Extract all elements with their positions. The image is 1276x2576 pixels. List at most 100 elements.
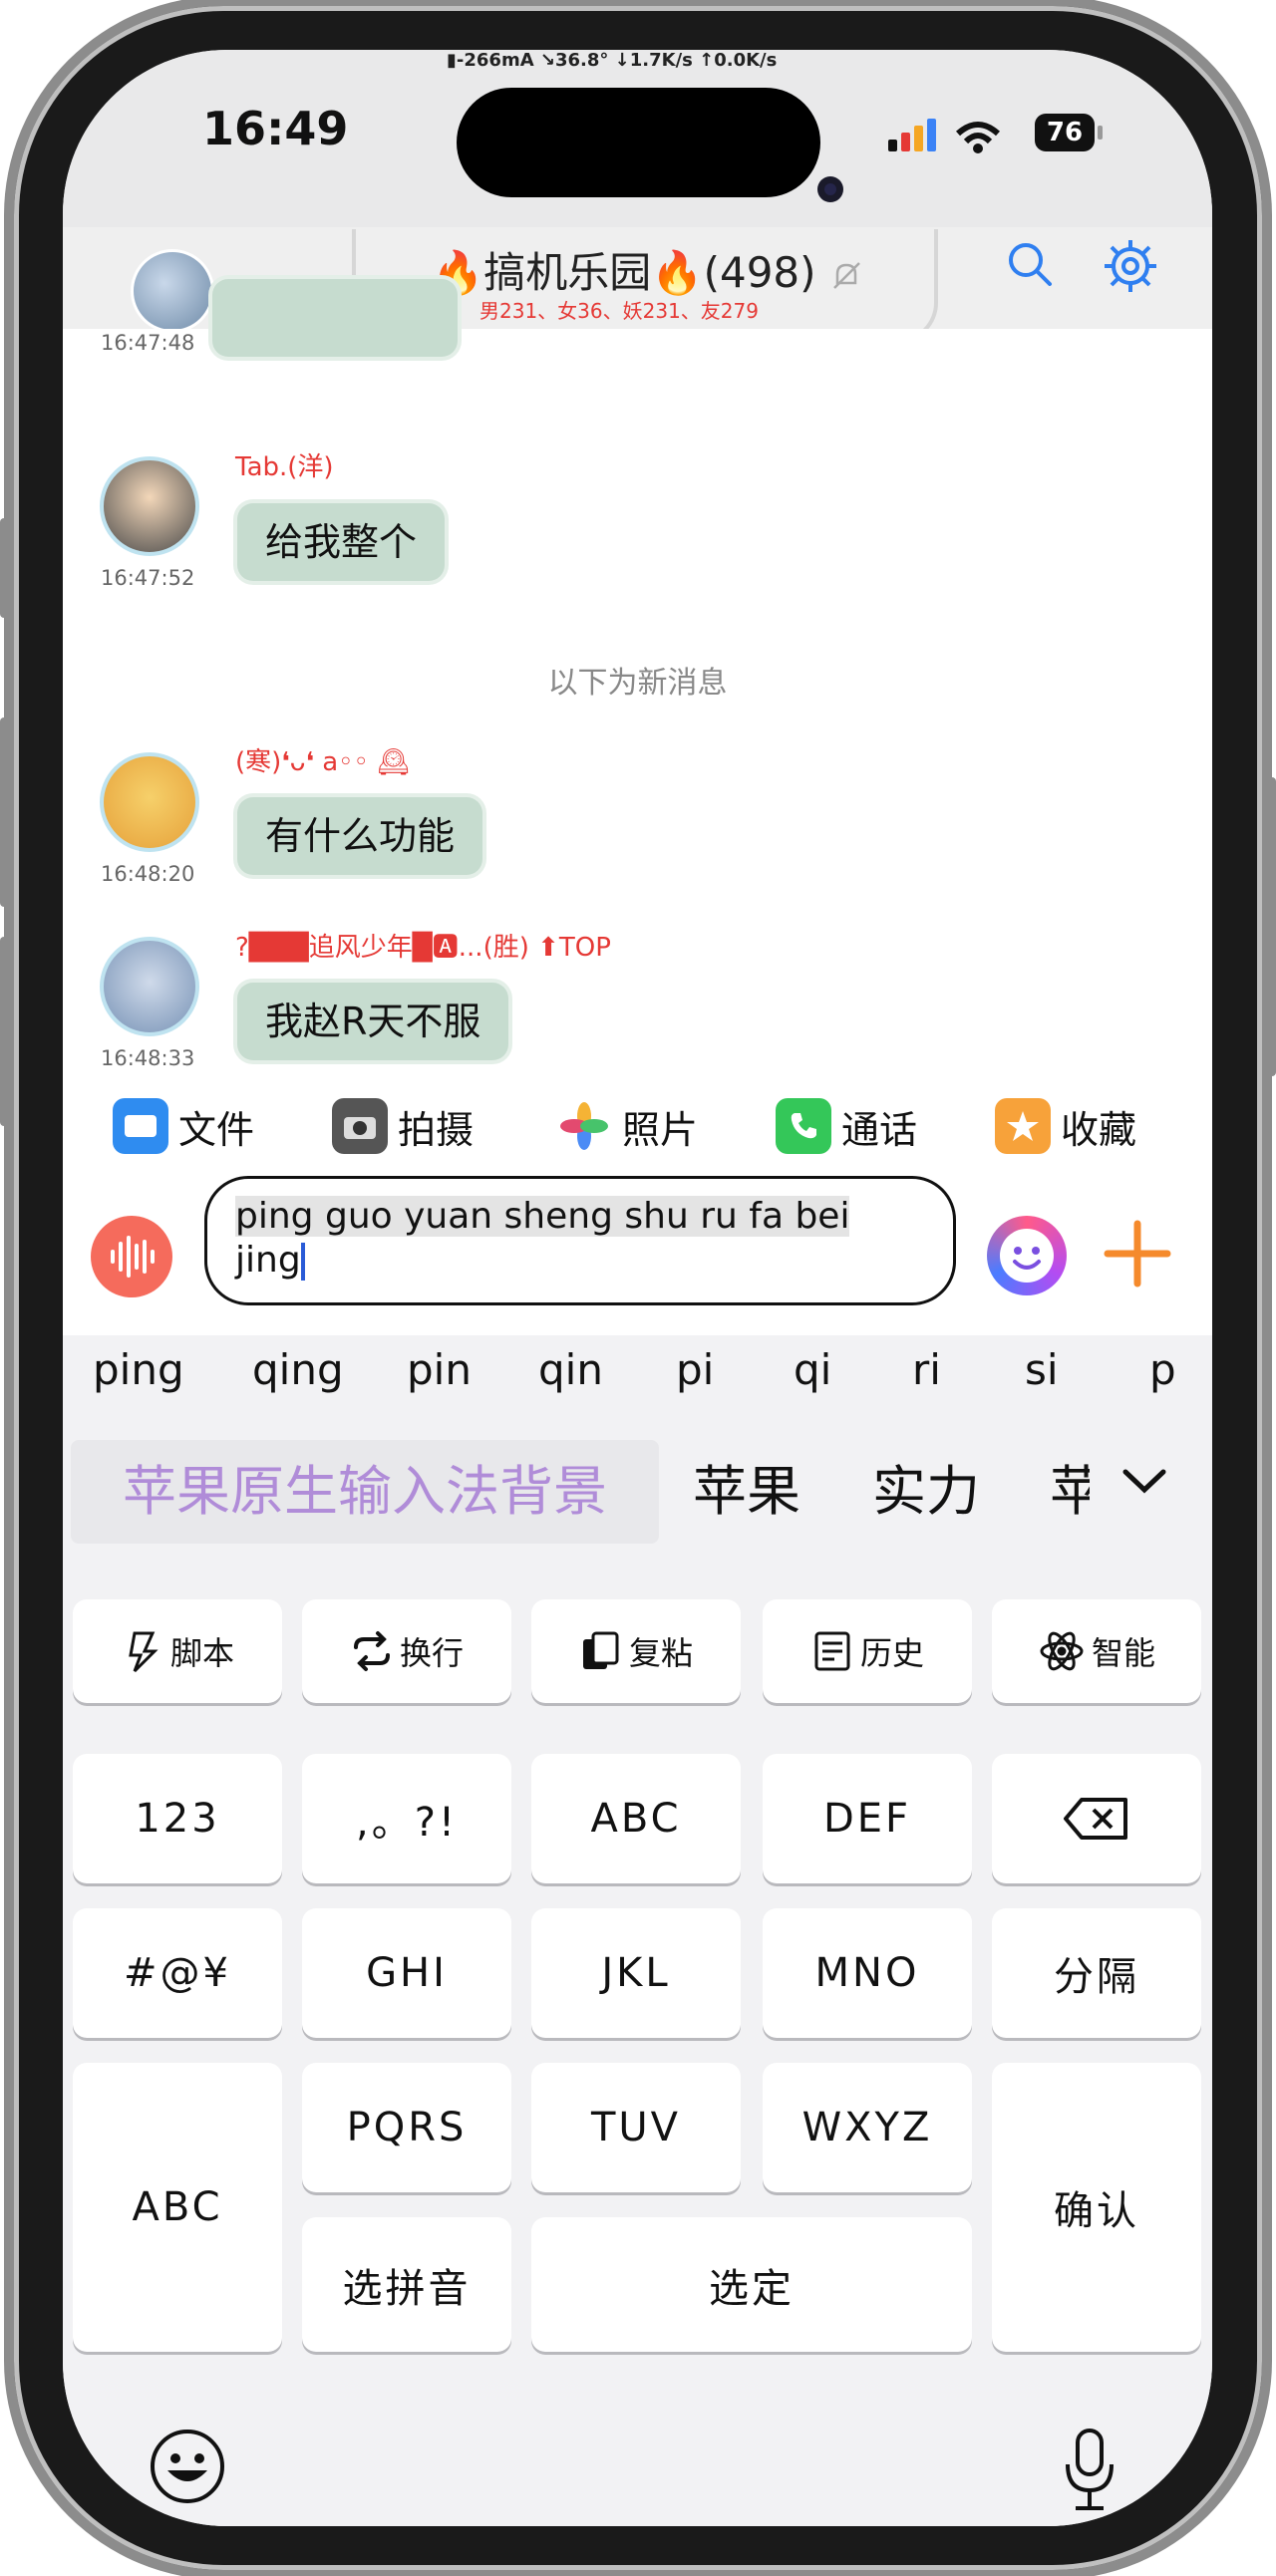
candidate[interactable]: si xyxy=(1025,1345,1059,1394)
avatar[interactable] xyxy=(100,456,199,556)
message-bubble[interactable]: 给我整个 xyxy=(237,503,446,581)
candidate[interactable]: qi xyxy=(794,1345,831,1394)
key-def[interactable]: DEF xyxy=(763,1754,972,1883)
candidate[interactable]: pin xyxy=(407,1345,472,1394)
smart-key[interactable]: 智能 xyxy=(992,1599,1201,1703)
status-time: 16:49 xyxy=(202,102,349,155)
phrase-candidate[interactable]: 苹果 xyxy=(693,1440,800,1544)
keyboard: ping qing pin qin pi qi ri si p 苹果原生输入法背… xyxy=(63,1335,1212,2526)
power-button xyxy=(1268,777,1276,1076)
select-pinyin-key[interactable]: 选拼音 xyxy=(302,2217,511,2352)
group-title[interactable]: 🔥搞机乐园🔥(498) xyxy=(432,239,863,300)
history-label: 历史 xyxy=(859,1634,924,1672)
text-caret xyxy=(300,1243,305,1281)
camera-label: 拍摄 xyxy=(398,1107,475,1152)
sender-name[interactable]: ?███追风少年█🅰...(胜) ⬆TOP xyxy=(235,927,611,964)
smart-label: 智能 xyxy=(1091,1634,1155,1672)
chevron-down-icon[interactable] xyxy=(1119,1464,1169,1500)
group-title-text: 🔥搞机乐园🔥(498) xyxy=(432,248,816,297)
silent-switch xyxy=(0,518,8,618)
chat-area[interactable]: 16:47:48 16:47:52 Tab.(洋) 给我整个 以下为新消息 16… xyxy=(63,279,1212,1076)
message-bubble-partial[interactable] xyxy=(212,279,458,357)
script-label: 脚本 xyxy=(169,1634,234,1672)
atom-icon xyxy=(1040,1631,1084,1671)
key-abc[interactable]: ABC xyxy=(531,1754,741,1883)
candidate[interactable]: ri xyxy=(912,1345,941,1394)
candidate[interactable]: ping xyxy=(93,1345,184,1394)
marked-text-tail: jing xyxy=(235,1240,301,1281)
microphone-icon[interactable] xyxy=(1060,2427,1119,2516)
key-mno[interactable]: MNO xyxy=(763,1908,972,2038)
volume-down-button xyxy=(0,937,8,1126)
voice-input-button[interactable] xyxy=(91,1216,172,1297)
photos-button[interactable]: 照片 xyxy=(556,1096,698,1156)
select-key[interactable]: 选定 xyxy=(531,2217,972,2352)
header-avatar[interactable] xyxy=(131,249,214,333)
emoji-keyboard-icon[interactable] xyxy=(148,2427,227,2506)
favorites-label: 收藏 xyxy=(1061,1107,1137,1152)
phone-icon xyxy=(776,1098,831,1154)
smiley-icon xyxy=(1000,1229,1054,1283)
camera-icon xyxy=(817,176,843,202)
avatar[interactable] xyxy=(100,752,199,852)
key-123[interactable]: 123 xyxy=(73,1754,282,1883)
backspace-icon xyxy=(1064,1798,1127,1840)
search-icon[interactable] xyxy=(1005,239,1055,289)
avatar[interactable] xyxy=(100,937,199,1036)
newline-key[interactable]: 换行 xyxy=(302,1599,511,1703)
file-label: 文件 xyxy=(178,1107,255,1152)
candidate[interactable]: qing xyxy=(252,1345,344,1394)
member-stats: 男231、女36、妖231、友279 xyxy=(479,299,759,323)
key-pqrs[interactable]: PQRS xyxy=(302,2063,511,2192)
gear-icon[interactable] xyxy=(1100,235,1161,297)
confirm-key[interactable]: 确认 xyxy=(992,2063,1201,2352)
message-bubble[interactable]: 我赵R天不服 xyxy=(237,983,509,1060)
key-symbols[interactable]: #@¥ xyxy=(73,1908,282,2038)
key-wxyz[interactable]: WXYZ xyxy=(763,2063,972,2192)
key-ghi[interactable]: GHI xyxy=(302,1908,511,2038)
message-input[interactable]: ping guo yuan sheng shu ru fa bei jing xyxy=(204,1176,956,1305)
top-phrase-candidate[interactable]: 苹果原生输入法背景 xyxy=(71,1440,659,1544)
message-time: 16:48:33 xyxy=(101,1046,195,1070)
network-info: ▮-266mA ↘36.8° ↓1.7K/s ↑0.0K/s xyxy=(447,50,778,71)
marked-text: ping guo yuan sheng shu ru fa bei xyxy=(235,1196,850,1237)
script-key[interactable]: 脚本 xyxy=(73,1599,282,1703)
phrase-candidate[interactable]: 实力 xyxy=(872,1440,980,1544)
copy-paste-key[interactable]: 复粘 xyxy=(531,1599,741,1703)
chat-toolbar: 文件 拍摄 照片 通话 收藏 xyxy=(63,1076,1212,1186)
phrase-candidate[interactable]: 苹 xyxy=(1050,1440,1090,1544)
dynamic-island xyxy=(457,88,820,197)
key-jkl[interactable]: JKL xyxy=(531,1908,741,2038)
message-time: 16:47:48 xyxy=(101,331,195,355)
key-tuv[interactable]: TUV xyxy=(531,2063,741,2192)
file-button[interactable]: 文件 xyxy=(113,1096,254,1156)
call-label: 通话 xyxy=(841,1107,918,1152)
sender-name[interactable]: (寒)❛ᴗ❛ a◦◦ 🕰 xyxy=(235,741,410,778)
battery-tip xyxy=(1098,126,1103,140)
battery-level: 76 xyxy=(1035,114,1095,151)
newline-label: 换行 xyxy=(399,1634,464,1672)
star-icon xyxy=(995,1098,1051,1154)
sender-name[interactable]: Tab.(洋) xyxy=(235,446,334,483)
repeat-icon xyxy=(353,1631,390,1671)
plus-icon[interactable] xyxy=(1100,1216,1175,1291)
candidate[interactable]: p xyxy=(1149,1345,1176,1394)
call-button[interactable]: 通话 xyxy=(776,1096,917,1156)
pinyin-candidates: ping qing pin qin pi qi ri si p xyxy=(63,1335,1212,1415)
waveform-icon xyxy=(111,1236,155,1278)
backspace-key[interactable] xyxy=(992,1754,1201,1883)
key-punctuation[interactable]: ,。?! xyxy=(302,1754,511,1883)
camera-button[interactable]: 拍摄 xyxy=(332,1096,474,1156)
favorites-button[interactable]: 收藏 xyxy=(995,1096,1136,1156)
message-time: 16:47:52 xyxy=(101,566,195,590)
candidate[interactable]: pi xyxy=(676,1345,714,1394)
history-key[interactable]: 历史 xyxy=(763,1599,972,1703)
history-icon xyxy=(814,1631,850,1671)
candidate[interactable]: qin xyxy=(538,1345,603,1394)
emoji-button[interactable] xyxy=(987,1216,1067,1295)
signal-wifi-icon xyxy=(888,119,1001,153)
volume-up-button xyxy=(0,717,8,907)
abc-switch-key[interactable]: ABC xyxy=(73,2063,282,2352)
message-bubble[interactable]: 有什么功能 xyxy=(237,797,483,875)
separator-key[interactable]: 分隔 xyxy=(992,1908,1201,2038)
